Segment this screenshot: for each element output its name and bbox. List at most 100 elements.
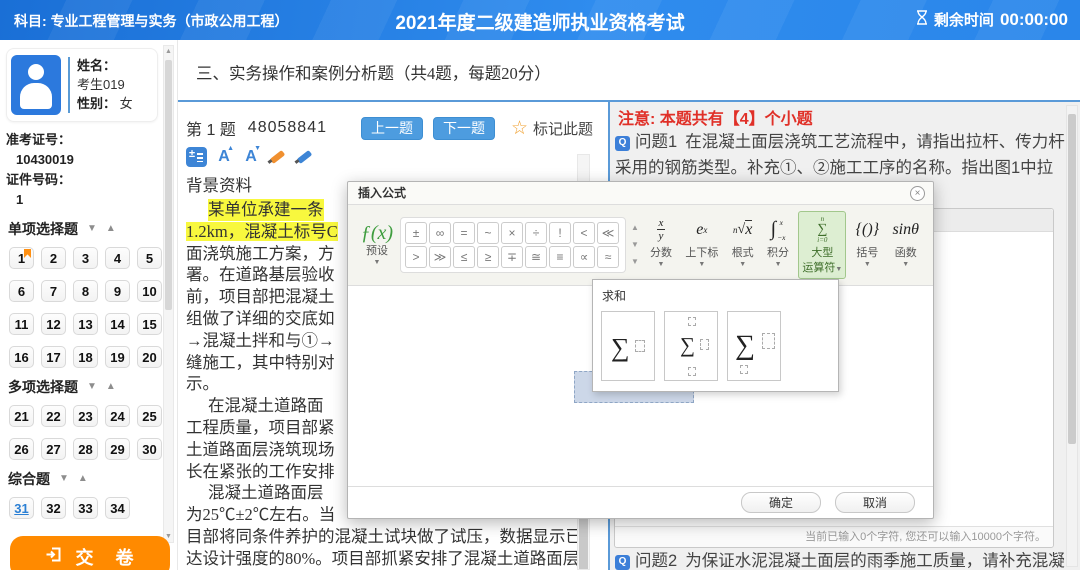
question-number-button[interactable]: 34 [105, 497, 130, 519]
question-number-button[interactable]: 17 [41, 346, 66, 368]
math-symbol-button[interactable]: ! [549, 222, 571, 244]
scrollbar-thumb[interactable] [1068, 114, 1076, 444]
question-number-button[interactable]: 20 [137, 346, 162, 368]
submit-exam-button[interactable]: 交 卷 [10, 536, 170, 570]
collapse-down-icon[interactable]: ▼ [87, 382, 97, 392]
question-number-button[interactable]: 30 [137, 438, 162, 460]
math-symbol-button[interactable]: ≤ [453, 246, 475, 268]
sum-option-right-placeholder[interactable] [601, 311, 655, 381]
preset-button[interactable]: ƒ(x) 预设 ▼ [354, 223, 400, 267]
question-number-button[interactable]: 11 [9, 313, 34, 335]
math-symbol-button[interactable]: > [405, 246, 427, 268]
collapse-down-icon[interactable]: ▼ [59, 474, 69, 484]
question-number-button[interactable]: 4 [105, 247, 130, 269]
question-number-button[interactable]: 13 [73, 313, 98, 335]
question-number-button[interactable]: 5 [137, 247, 162, 269]
scroll-up-icon[interactable]: ▲ [164, 48, 173, 55]
math-symbol-button[interactable]: ± [405, 222, 427, 244]
function-group-button[interactable]: sinθ 函数 ▼ [888, 211, 923, 279]
question-number-button[interactable]: 26 [9, 438, 34, 460]
math-symbol-button[interactable]: ∞ [429, 222, 451, 244]
question-number-button[interactable]: 6 [9, 280, 34, 302]
expand-more-icon[interactable]: ▼ [631, 258, 639, 266]
scroll-down-icon[interactable]: ▼ [631, 241, 639, 249]
answer-pane-scrollbar[interactable] [1066, 105, 1078, 567]
ok-button[interactable]: 确定 [741, 492, 821, 513]
question-number-button[interactable]: 2 [41, 247, 66, 269]
question-number-button[interactable]: 12 [41, 313, 66, 335]
question-number-button[interactable]: 33 [73, 497, 98, 519]
bracket-group-button[interactable]: {()} 括号 ▼ [852, 211, 883, 279]
question-number-button[interactable]: 15 [137, 313, 162, 335]
sum-option-lower-placeholder[interactable] [727, 311, 781, 381]
question-number-button[interactable]: 25 [137, 405, 162, 427]
pen-icon[interactable] [295, 147, 315, 167]
placeholder-box [688, 367, 696, 376]
math-symbol-button[interactable]: × [501, 222, 523, 244]
question-number-button[interactable]: 21 [9, 405, 34, 427]
summation-dropdown: 求和 [592, 279, 839, 392]
collapse-up-icon[interactable]: ▲ [106, 382, 116, 392]
mark-question-label[interactable]: 标记此题 [533, 118, 593, 139]
question-number-button[interactable]: 29 [105, 438, 130, 460]
math-symbol-button[interactable]: ≡ [549, 246, 571, 268]
question-number-button[interactable]: 3 [73, 247, 98, 269]
question-number-button[interactable]: 27 [41, 438, 66, 460]
integral-group-button[interactable]: ∫ x−x 积分 ▼ [763, 211, 793, 279]
question-number-button[interactable]: 28 [73, 438, 98, 460]
math-symbol-button[interactable]: ≫ [429, 246, 451, 268]
question-number-button[interactable]: 22 [41, 405, 66, 427]
section-title: 三、实务操作和案例分析题（共4题，每题20分） [196, 60, 1080, 84]
question-number-button[interactable]: 7 [41, 280, 66, 302]
highlighter-icon[interactable] [268, 147, 288, 167]
question-number-button[interactable]: 9 [105, 280, 130, 302]
collapse-up-icon[interactable]: ▲ [106, 224, 116, 234]
question-number-button[interactable]: 16 [9, 346, 34, 368]
chevron-down-icon: ▼ [835, 266, 842, 273]
q2-label: 问题2 [635, 552, 677, 570]
font-increase-icon[interactable]: A▲ [214, 148, 234, 166]
script-group-button[interactable]: ex 上下标 ▼ [681, 211, 722, 279]
question-number-button[interactable]: 18 [73, 346, 98, 368]
math-symbol-button[interactable]: ≅ [525, 246, 547, 268]
math-symbol-button[interactable]: ~ [477, 222, 499, 244]
collapse-down-icon[interactable]: ▼ [87, 224, 97, 234]
prev-question-button[interactable]: 上一题 [361, 117, 423, 140]
radical-group-button[interactable]: n√x 根式 ▼ [728, 211, 758, 279]
large-operator-group-button[interactable]: n∑i=0 大型 运算符▼ [798, 211, 846, 279]
star-icon[interactable]: ☆ [511, 119, 528, 138]
function-icon: sinθ [892, 215, 919, 245]
question-number-button[interactable]: 14 [105, 313, 130, 335]
math-symbol-button[interactable]: ∝ [573, 246, 595, 268]
sidebar-scrollbar[interactable]: ▲ ▼ [163, 45, 174, 543]
math-symbol-button[interactable]: ÷ [525, 222, 547, 244]
close-icon[interactable]: × [910, 186, 925, 201]
cancel-button[interactable]: 取消 [835, 492, 915, 513]
collapse-up-icon[interactable]: ▲ [78, 474, 88, 484]
math-symbol-button[interactable]: ≈ [597, 246, 619, 268]
scroll-up-icon[interactable]: ▲ [631, 224, 639, 232]
question-number-button[interactable]: 1 [9, 247, 34, 269]
question-number-button[interactable]: 23 [73, 405, 98, 427]
math-symbol-button[interactable]: ≪ [597, 222, 619, 244]
math-symbol-button[interactable]: ∓ [501, 246, 523, 268]
sum-option-upper-lower-placeholders[interactable] [664, 311, 718, 381]
question-number-button[interactable]: 10 [137, 280, 162, 302]
math-symbol-button[interactable]: ≥ [477, 246, 499, 268]
scrollbar-thumb[interactable] [165, 60, 172, 310]
scrollbar-thumb[interactable] [579, 517, 588, 569]
insert-formula-dialog: 插入公式 × ƒ(x) 预设 ▼ ±∞=~×÷!<≪ >≫≤≥∓≅≡∝≈ ▲ ▼… [347, 181, 934, 519]
question-number-button[interactable]: 19 [105, 346, 130, 368]
question-number-button[interactable]: 32 [41, 497, 66, 519]
math-symbol-button[interactable]: = [453, 222, 475, 244]
fraction-group-button[interactable]: xy 分数 ▼ [646, 211, 676, 279]
question-number-button[interactable]: 31 [9, 497, 34, 519]
question-number-button[interactable]: 8 [73, 280, 98, 302]
formula-editor-icon[interactable] [186, 147, 207, 167]
next-question-button[interactable]: 下一题 [433, 117, 495, 140]
math-symbol-button[interactable]: < [573, 222, 595, 244]
font-decrease-icon[interactable]: A▼ [241, 148, 261, 166]
card-divider [68, 57, 70, 113]
question-number-button[interactable]: 24 [105, 405, 130, 427]
idnum-label: 证件号码： [6, 170, 162, 190]
